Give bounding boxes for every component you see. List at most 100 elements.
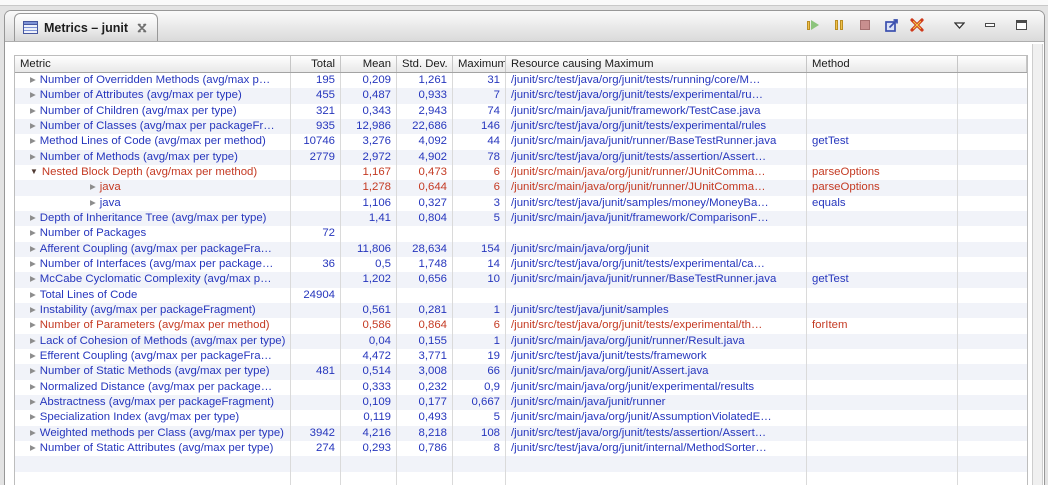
table-row[interactable]: ▶Number of Methods (avg/max per type)277…: [15, 150, 1027, 165]
table-row[interactable]: ▶McCabe Cyclomatic Complexity (avg/max p…: [15, 272, 1027, 287]
collapse-arrow-icon[interactable]: ▼: [30, 165, 38, 179]
column-header-metric[interactable]: Metric: [15, 56, 291, 72]
table-row[interactable]: ▶Number of Attributes (avg/max per type)…: [15, 88, 1027, 103]
std-dev-cell: 0,281: [397, 303, 453, 318]
expand-arrow-icon[interactable]: ▶: [30, 272, 36, 286]
metric-cell: ▶Number of Methods (avg/max per type): [15, 150, 291, 165]
method-cell: [807, 288, 958, 303]
table-row[interactable]: ▶ Number of Interfaces (avg/max per packa…: [15, 257, 1027, 272]
method-cell: [807, 211, 958, 226]
expand-arrow-icon[interactable]: ▶: [30, 334, 36, 348]
resource-cell: /junit/src/test/java/org/junit/tests/ass…: [506, 150, 807, 165]
table-row[interactable]: ▶ Normalized Distance (avg/max per packag…: [15, 380, 1027, 395]
resume-button[interactable]: [805, 17, 821, 33]
empty-cell: [506, 472, 807, 485]
column-header-resource[interactable]: Resource causing Maximum: [506, 56, 807, 72]
maximize-button[interactable]: [1013, 17, 1029, 33]
table-row[interactable]: ▶Method Lines of Code (avg/max per metho…: [15, 134, 1027, 149]
column-header-std-dev[interactable]: Std. Dev.: [397, 56, 453, 72]
tab-metrics-junit[interactable]: Metrics – junit: [14, 13, 158, 41]
expand-arrow-icon[interactable]: ▶: [30, 73, 36, 87]
column-header-maximum[interactable]: Maximum: [453, 56, 506, 72]
expand-arrow-icon[interactable]: ▶: [30, 257, 36, 271]
view-menu-button[interactable]: [951, 17, 967, 33]
pause-button[interactable]: [831, 17, 847, 33]
expand-arrow-icon[interactable]: ▶: [90, 196, 96, 210]
expand-arrow-icon[interactable]: ▶: [30, 226, 36, 240]
table-row[interactable]: ▶Total Lines of Code24904: [15, 288, 1027, 303]
minimize-button[interactable]: [982, 17, 998, 33]
metric-label: Number of Children (avg/max per type): [40, 105, 237, 117]
expand-arrow-icon[interactable]: ▶: [30, 349, 36, 363]
spacer-cell: [958, 180, 1027, 195]
table-row[interactable]: ▶Afferent Coupling (avg/max per packageF…: [15, 242, 1027, 257]
tab-bar: Metrics – junit: [5, 11, 1044, 42]
table-row[interactable]: ▶Instability (avg/max per packageFragmen…: [15, 303, 1027, 318]
empty-cell: [291, 472, 341, 485]
stop-icon: [860, 20, 870, 30]
expand-arrow-icon[interactable]: ▶: [30, 104, 36, 118]
metric-cell: ▶Number of Attributes (avg/max per type): [15, 88, 291, 103]
expand-arrow-icon[interactable]: ▶: [30, 395, 36, 409]
expand-arrow-icon[interactable]: ▶: [30, 150, 36, 164]
expand-arrow-icon[interactable]: ▶: [30, 211, 36, 225]
expand-arrow-icon[interactable]: ▶: [30, 410, 36, 424]
spacer-cell: [958, 104, 1027, 119]
expand-arrow-icon[interactable]: ▶: [30, 318, 36, 332]
expand-arrow-icon[interactable]: ▶: [30, 119, 36, 133]
metric-label: Abstractness (avg/max per packageFragmen…: [40, 396, 274, 408]
total-cell: [291, 196, 341, 211]
resource-cell: /junit/src/main/java/junit/framework/Com…: [506, 211, 807, 226]
table-row[interactable]: ▶Specialization Index (avg/max per type)…: [15, 410, 1027, 425]
column-header-mean[interactable]: Mean: [341, 56, 397, 72]
expand-arrow-icon[interactable]: ▶: [30, 288, 36, 302]
metric-label: Number of Interfaces (avg/max per packag…: [40, 258, 274, 270]
table-row[interactable]: ▶Number of Static Attributes (avg/max pe…: [15, 441, 1027, 456]
table-row[interactable]: ▶Depth of Inheritance Tree (avg/max per …: [15, 211, 1027, 226]
mean-cell: 3,276: [341, 134, 397, 149]
std-dev-cell: 0,656: [397, 272, 453, 287]
expand-arrow-icon[interactable]: ▶: [30, 441, 36, 455]
abort-button[interactable]: [909, 17, 925, 33]
table-row[interactable]: ▶java1,2780,6446/junit/src/main/java/org…: [15, 180, 1027, 195]
expand-arrow-icon[interactable]: ▶: [30, 242, 36, 256]
export-button[interactable]: [883, 17, 899, 33]
table-row[interactable]: ▶ Abstractness (avg/max per packageFragme…: [15, 395, 1027, 410]
expand-arrow-icon[interactable]: ▶: [30, 364, 36, 378]
table-row[interactable]: ▶Efferent Coupling (avg/max per packageF…: [15, 349, 1027, 364]
expand-arrow-icon[interactable]: ▶: [30, 380, 36, 394]
column-header-total[interactable]: Total: [291, 56, 341, 72]
abort-icon: [910, 18, 924, 32]
metric-cell: ▶Number of Classes (avg/max per packageF…: [15, 119, 291, 134]
table-row[interactable]: ▶Number of Parameters (avg/max per metho…: [15, 318, 1027, 333]
column-header-spacer[interactable]: [958, 56, 1027, 72]
expand-arrow-icon[interactable]: ▶: [30, 303, 36, 317]
maximum-cell: 78: [453, 150, 506, 165]
total-cell: 24904: [291, 288, 341, 303]
mean-cell: [341, 226, 397, 241]
table-row[interactable]: ▶Number of Overridden Methods (avg/max p…: [15, 73, 1027, 88]
empty-cell: [807, 472, 958, 485]
table-row[interactable]: ▶Weighted methods per Class (avg/max per…: [15, 426, 1027, 441]
expand-arrow-icon[interactable]: ▶: [90, 180, 96, 194]
stop-button[interactable]: [857, 17, 873, 33]
column-header-method[interactable]: Method: [807, 56, 958, 72]
table-row[interactable]: ▶ Number of Static Methods (avg/max per t…: [15, 364, 1027, 379]
table-row[interactable]: ▶Lack of Cohesion of Methods (avg/max pe…: [15, 334, 1027, 349]
expand-arrow-icon[interactable]: ▶: [30, 426, 36, 440]
table-row[interactable]: ▶Number of Classes (avg/max per packageF…: [15, 119, 1027, 134]
table-row[interactable]: ▼Nested Block Depth (avg/max per method)…: [15, 165, 1027, 180]
expand-arrow-icon[interactable]: ▶: [30, 88, 36, 102]
method-cell: [807, 88, 958, 103]
table-row[interactable]: ▶Number of Children (avg/max per type)32…: [15, 104, 1027, 119]
std-dev-cell: 0,493: [397, 410, 453, 425]
metric-label: Number of Static Methods (avg/max per ty…: [40, 365, 270, 377]
expand-arrow-icon[interactable]: ▶: [30, 134, 36, 148]
vertical-scrollbar[interactable]: [1032, 44, 1043, 485]
table-row[interactable]: ▶java1,1060,3273/junit/src/test/java/jun…: [15, 196, 1027, 211]
total-cell: [291, 272, 341, 287]
table-row[interactable]: ▶Number of Packages72: [15, 226, 1027, 241]
close-icon[interactable]: [137, 23, 147, 33]
mean-cell: 2,972: [341, 150, 397, 165]
metric-label: Normalized Distance (avg/max per package…: [40, 381, 272, 393]
